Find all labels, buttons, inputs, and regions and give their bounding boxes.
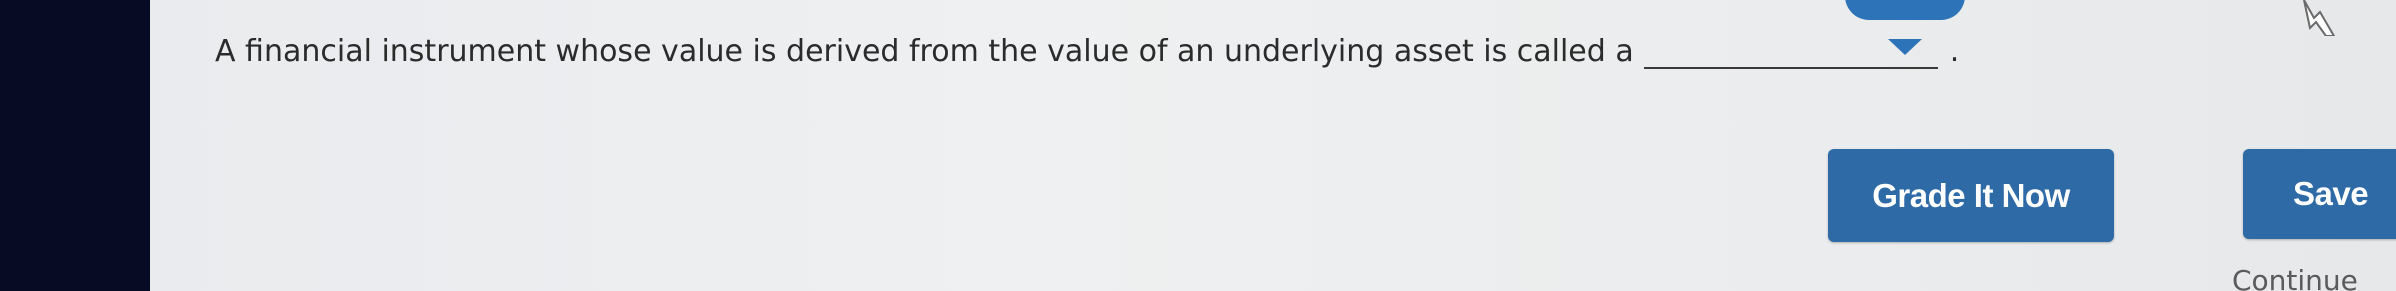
- answer-dropdown[interactable]: [1643, 35, 1938, 69]
- mouse-pointer-icon: [2303, 0, 2336, 36]
- grade-it-now-button[interactable]: Grade It Now: [1828, 149, 2114, 242]
- continue-link[interactable]: Continue: [2232, 264, 2358, 291]
- question-row: A financial instrument whose value is de…: [215, 34, 1959, 69]
- left-edge-background: [0, 0, 150, 291]
- chevron-down-icon[interactable]: [1887, 39, 1922, 55]
- dropdown-popup-edge[interactable]: [1845, 0, 1965, 20]
- question-end-punctuation: .: [1949, 34, 1960, 69]
- question-text: A financial instrument whose value is de…: [215, 34, 1634, 69]
- save-button[interactable]: Save: [2243, 149, 2396, 239]
